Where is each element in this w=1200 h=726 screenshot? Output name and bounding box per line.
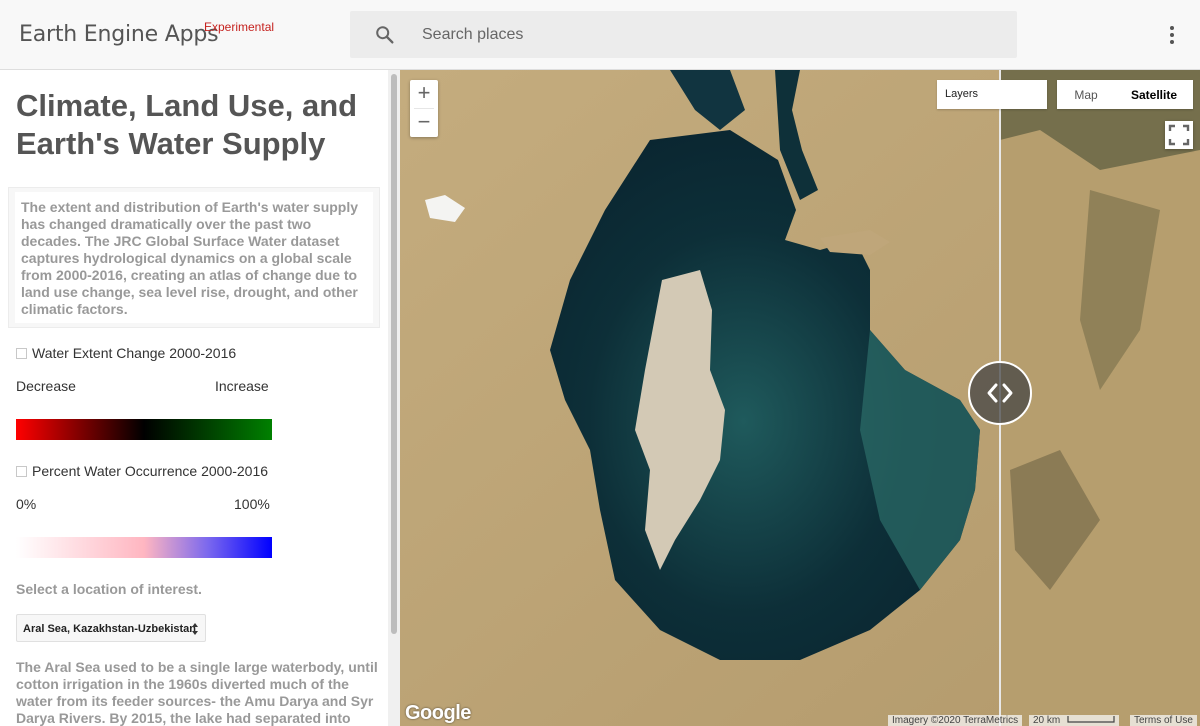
- terms-of-use-link[interactable]: Terms of Use: [1130, 715, 1197, 726]
- app-brand[interactable]: Earth Engine Apps: [19, 22, 219, 47]
- search-box: [350, 11, 1017, 58]
- more-vert-icon[interactable]: [1162, 24, 1182, 46]
- panel-scrollbar[interactable]: [388, 70, 400, 726]
- water-change-color-ramp: [16, 419, 272, 440]
- search-icon[interactable]: [374, 24, 396, 46]
- google-logo: Google: [405, 702, 471, 724]
- fullscreen-icon[interactable]: [1165, 121, 1193, 149]
- scrollbar-thumb[interactable]: [391, 74, 397, 634]
- water-extent-label: Water Extent Change 2000-2016: [32, 345, 237, 361]
- water-occurrence-color-ramp: [16, 537, 272, 558]
- map-scale[interactable]: 20 km: [1029, 715, 1119, 726]
- location-select[interactable]: Aral Sea, Kazakhstan-Uzbekistan: [16, 614, 206, 642]
- imagery-attribution: Imagery ©2020 TerraMetrics: [888, 715, 1023, 726]
- search-input[interactable]: [412, 11, 1002, 58]
- zoom-control: + −: [410, 80, 438, 137]
- swipe-handle-icon[interactable]: [968, 361, 1032, 425]
- legend-min-label: Decrease: [16, 378, 76, 394]
- map-scale-label: 20 km: [1033, 715, 1061, 726]
- map-type-satellite-button[interactable]: Satellite: [1115, 80, 1193, 109]
- occurrence-max-label: 100%: [234, 496, 270, 512]
- experimental-tag: Experimental: [204, 20, 275, 34]
- app-header: Earth Engine Apps Experimental: [0, 0, 1200, 70]
- location-select-label: Select a location of interest.: [16, 581, 202, 597]
- map-view[interactable]: + − Layers Map Satellite Google Imagery …: [400, 70, 1200, 726]
- page-title: Climate, Land Use, and Earth's Water Sup…: [16, 88, 358, 161]
- location-select-value: Aral Sea, Kazakhstan-Uzbekistan: [23, 623, 197, 635]
- layer-toggle-water-occurrence[interactable]: Percent Water Occurrence 2000-2016: [16, 461, 268, 481]
- legend-max-label: Increase: [215, 378, 269, 394]
- zoom-in-button[interactable]: +: [410, 80, 438, 108]
- water-occurrence-label: Percent Water Occurrence 2000-2016: [32, 463, 269, 479]
- side-panel: Climate, Land Use, and Earth's Water Sup…: [0, 70, 388, 726]
- layer-toggle-water-extent[interactable]: Water Extent Change 2000-2016: [16, 343, 236, 363]
- layers-dropdown[interactable]: Layers: [937, 80, 1047, 109]
- location-story-text: The Aral Sea used to be a single large w…: [16, 659, 378, 726]
- water-occurrence-checkbox[interactable]: [16, 466, 27, 477]
- map-type-toggle: Map Satellite: [1057, 80, 1193, 109]
- select-arrows-icon: [192, 623, 198, 635]
- description-text: The extent and distribution of Earth's w…: [21, 199, 359, 317]
- description-box: The extent and distribution of Earth's w…: [8, 187, 380, 328]
- zoom-out-button[interactable]: −: [410, 109, 438, 137]
- satellite-imagery: [400, 70, 1200, 726]
- map-type-map-button[interactable]: Map: [1057, 80, 1115, 109]
- occurrence-min-label: 0%: [16, 496, 37, 512]
- water-extent-checkbox[interactable]: [16, 348, 27, 359]
